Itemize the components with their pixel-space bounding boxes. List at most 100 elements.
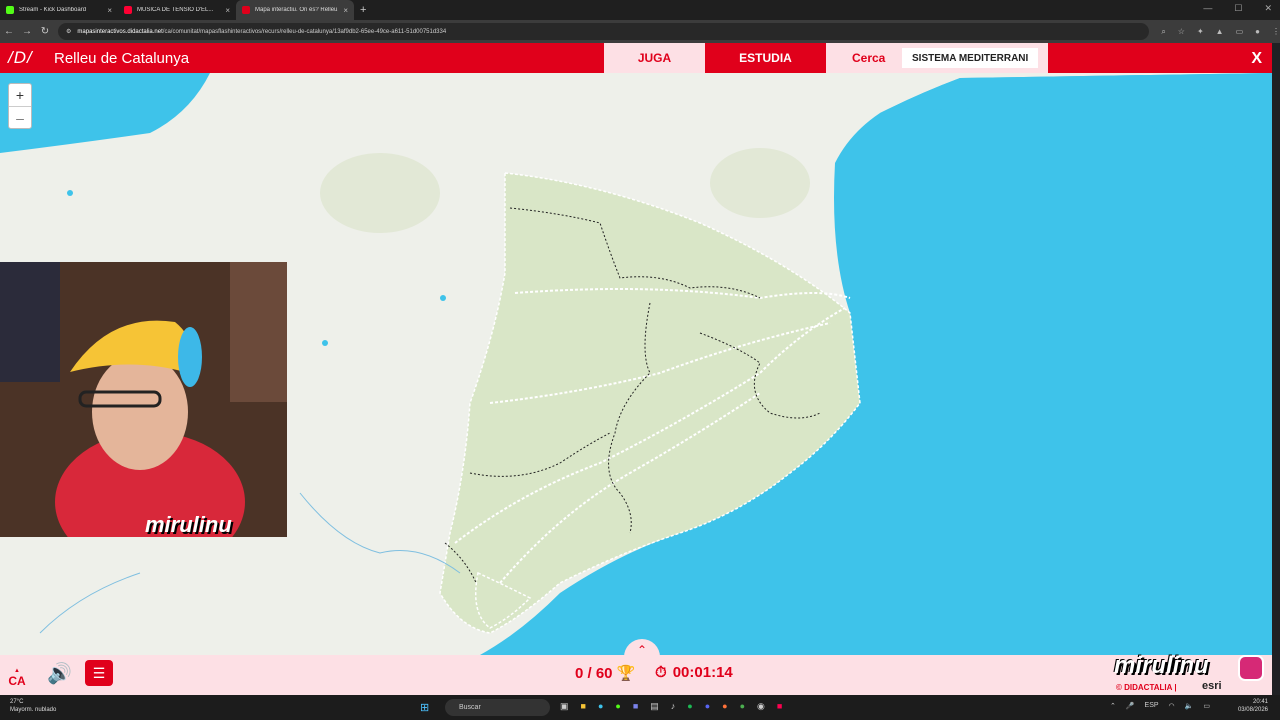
forward-icon[interactable]: → (18, 26, 36, 37)
webcam-overlay: mirulinu (0, 262, 287, 537)
lake (322, 340, 328, 346)
sidebar-icon[interactable]: ▭ (1236, 27, 1244, 37)
battery-icon[interactable]: ▭ (1203, 702, 1210, 710)
search-label: Cerca (852, 51, 886, 65)
obs-icon[interactable]: ◉ (757, 701, 765, 712)
close-tab-icon[interactable]: × (107, 6, 112, 15)
teams-icon[interactable]: ■ (633, 701, 638, 712)
study-button[interactable]: ESTUDIA (705, 43, 826, 73)
windows-start-icon[interactable]: ⊞ (420, 701, 429, 714)
tab-label: MÚSICA DE TENSIÓ D'EL... (137, 7, 214, 13)
new-tab-button[interactable]: + (360, 4, 366, 16)
store-icon[interactable]: ▤ (650, 701, 659, 712)
close-window-icon[interactable]: ✕ (1264, 3, 1272, 14)
input-language[interactable]: ESP (1145, 702, 1159, 710)
discord-icon[interactable]: ● (705, 701, 710, 712)
site-info-icon[interactable]: ⚙ (66, 28, 71, 35)
lake (440, 295, 446, 301)
temperature: 27°C (10, 699, 24, 705)
app-header: /D/ Relleu de Catalunya JUGA ESTUDIA Cer… (0, 43, 1272, 73)
timer-value: 00:01:14 (672, 664, 733, 681)
tiktok-live-icon[interactable]: ■ (777, 701, 782, 712)
clock-date: 03/08/2026 (1237, 707, 1268, 713)
firefox-icon[interactable]: ● (722, 701, 727, 712)
taskbar-icons: ⊞ (420, 701, 429, 714)
edge-icon[interactable]: ● (598, 701, 603, 712)
kick-icon (6, 6, 14, 14)
lake (67, 190, 73, 196)
menu-icon[interactable]: ⋮ (1272, 27, 1280, 37)
weather-widget[interactable]: 27°C Mayorm. nublado (10, 698, 56, 714)
maximize-icon[interactable]: ☐ (1234, 3, 1242, 14)
brand-overlay: mirulinu © DIDACTALIA | esri (1112, 652, 1270, 694)
language-selector[interactable]: ▲ CA (8, 663, 26, 688)
instagram-icon (1238, 655, 1264, 681)
wifi-icon[interactable]: ◠ (1169, 702, 1175, 710)
pinned-apps: ▣ ■ ● ● ■ ▤ ♪ ● ● ● ● ◉ ■ (560, 701, 782, 712)
language-code: CA (8, 674, 26, 688)
zoom-control: + – (8, 83, 32, 129)
zoom-out-button[interactable]: – (9, 106, 31, 128)
river (299, 492, 461, 574)
search-panel: Cerca SISTEMA MEDITERRANI (826, 43, 1048, 73)
streamer-name: mirulinu (145, 512, 232, 537)
back-icon[interactable]: ← (0, 26, 18, 37)
esri-logo: esri (1202, 680, 1222, 692)
zoom-in-button[interactable]: + (9, 84, 31, 106)
windows-taskbar: 27°C Mayorm. nublado ⊞ Buscar ▣ ■ ● ● ■ … (0, 695, 1280, 720)
tab-label: Mapa interactiu. On és? Relleu... (255, 7, 339, 13)
tab-kick[interactable]: Stream - Kick Dashboard × (0, 0, 118, 20)
close-tab-icon[interactable]: × (343, 6, 348, 15)
extension-icon[interactable]: ✦ (1197, 27, 1204, 37)
task-view-icon[interactable]: ▣ (560, 701, 569, 712)
xbox-icon[interactable]: ● (615, 701, 620, 712)
tiktok-icon[interactable]: ♪ (671, 701, 676, 712)
address-bar: ← → ↻ ⚙ mapasinteractivos.didactalia.net… (0, 20, 1280, 43)
url-field[interactable]: ⚙ mapasinteractivos.didactalia.net/ca/co… (58, 23, 1150, 40)
didactalia-credit: © DIDACTALIA | (1116, 683, 1177, 692)
volume-icon[interactable]: 🔈 (1185, 702, 1194, 710)
window-controls: — ☐ ✕ (1203, 3, 1272, 14)
tab-label: Stream - Kick Dashboard (19, 7, 87, 13)
chevron-up-icon[interactable]: ⌃ (1110, 702, 1116, 710)
close-button[interactable]: X (1251, 50, 1262, 68)
score-value: 0 / 60 (575, 665, 613, 682)
chrome-icon[interactable]: ● (740, 701, 745, 712)
tab-mapa[interactable]: Mapa interactiu. On és? Relleu... × (236, 0, 354, 20)
didactalia-icon (242, 6, 250, 14)
bookmark-star-icon[interactable]: ☆ (1178, 27, 1185, 37)
minimize-icon[interactable]: — (1203, 3, 1212, 14)
reload-icon[interactable]: ↻ (36, 26, 54, 37)
tab-youtube[interactable]: MÚSICA DE TENSIÓ D'EL... × (118, 0, 236, 20)
zoom-icon[interactable]: ⌕ (1161, 27, 1165, 37)
game-footer: ⌃ ▲ CA 🔊 ☰ 0 / 60 🏆 ⏱ 00:01:14 (0, 639, 1272, 695)
terrain-patch (710, 148, 810, 218)
clock-time: 20:41 (1252, 699, 1268, 705)
didactalia-logo[interactable]: /D/ (8, 48, 33, 68)
system-tray: ⌃ 🎤 ESP ◠ 🔈 ▭ (1110, 702, 1210, 710)
webcam-image (0, 262, 287, 537)
sound-icon[interactable]: 🔊 (47, 661, 72, 686)
close-tab-icon[interactable]: × (225, 6, 230, 15)
profile-avatar[interactable]: ● (1255, 27, 1260, 37)
search-target: SISTEMA MEDITERRANI (902, 48, 1039, 68)
browser-tab-bar: Stream - Kick Dashboard × MÚSICA DE TENS… (0, 0, 1280, 20)
brand-streamer-name: mirulinu (1114, 652, 1209, 679)
extensions-icon[interactable]: ▲ (1216, 27, 1224, 37)
weather-text: Mayorm. nublado (10, 707, 57, 713)
mic-icon[interactable]: 🎤 (1126, 702, 1135, 710)
chat-icon[interactable]: ☰ (85, 660, 113, 686)
trophy-icon: 🏆 (616, 665, 636, 682)
url-text: mapasinteractivos.didactalia.net/ca/comu… (77, 29, 446, 35)
play-button[interactable]: JUGA (604, 43, 705, 73)
spotify-icon[interactable]: ● (687, 701, 692, 712)
url-domain: mapasinteractivos.didactalia.net (77, 28, 163, 35)
app: /D/ Relleu de Catalunya JUGA ESTUDIA Cer… (0, 43, 1272, 655)
file-explorer-icon[interactable]: ■ (581, 701, 586, 712)
river (39, 572, 141, 634)
score-counter: 0 / 60 🏆 (575, 664, 635, 682)
taskbar-search-text: Buscar (459, 704, 481, 711)
clock[interactable]: 20:41 03/08/2026 (1238, 698, 1268, 714)
browser-toolbar: ⌕ ☆ ✦ ▲ ▭ ● ⋮ (1161, 27, 1280, 37)
taskbar-search[interactable]: Buscar (445, 699, 550, 716)
